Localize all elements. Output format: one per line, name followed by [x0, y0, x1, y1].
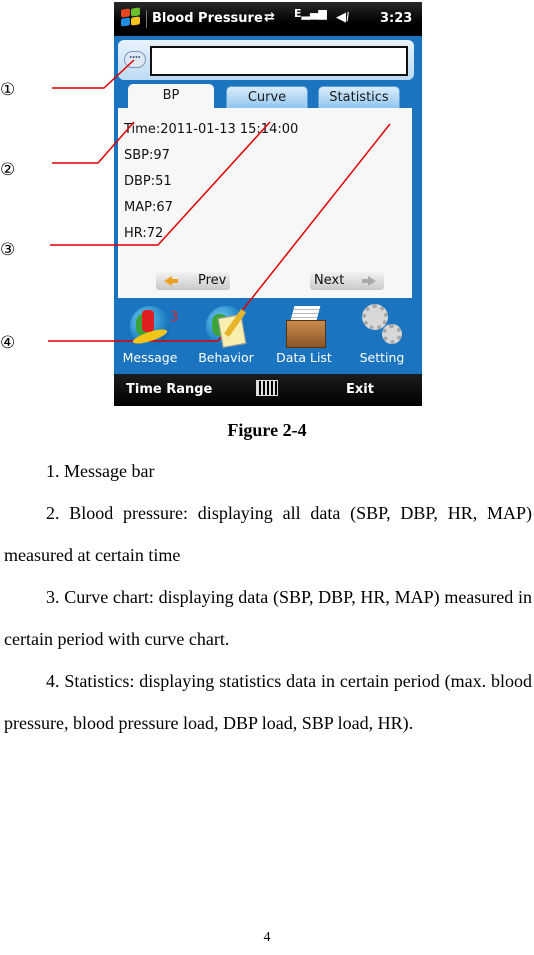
message-bar: ••••: [118, 40, 414, 80]
app-title: Blood Pressure: [152, 11, 263, 26]
message-app[interactable]: 3 Message: [114, 304, 186, 370]
message-count-badge: 3: [170, 310, 179, 325]
app-screen: •••• BP Curve Statistics Time:2011-01-13…: [114, 36, 422, 374]
reading-time: Time:2011-01-13 15:14:00: [124, 122, 299, 137]
softkey-bar: Time Range Exit: [114, 374, 422, 406]
arrow-right-icon: [362, 276, 376, 286]
reading-map: MAP:67: [124, 200, 173, 215]
behavior-label: Behavior: [198, 350, 254, 365]
message-label: Message: [122, 350, 178, 365]
tab-statistics[interactable]: Statistics: [318, 86, 400, 109]
callout-3: ③: [0, 240, 16, 260]
next-button[interactable]: Next: [310, 272, 384, 290]
windows-start-icon[interactable]: [120, 7, 142, 28]
next-label: Next: [314, 273, 345, 288]
figure-caption: Figure 2-4: [227, 420, 307, 440]
status-bar: Blood Pressure ⇄ E▂▄▆ ◀᜵ 3:23: [114, 2, 422, 36]
reading-dbp: DBP:51: [124, 174, 172, 189]
tab-curve[interactable]: Curve: [226, 86, 308, 109]
file-box-icon: [282, 304, 326, 348]
tab-bar: BP Curve Statistics: [118, 84, 418, 111]
arrow-left-icon: [164, 276, 178, 286]
callout-2: ②: [0, 160, 16, 180]
exit-softkey[interactable]: Exit: [346, 382, 374, 397]
setting-app[interactable]: Setting: [346, 304, 418, 370]
status-separator: [146, 10, 147, 28]
prev-button[interactable]: Prev: [156, 272, 230, 290]
prev-label: Prev: [198, 273, 227, 288]
tab-bp[interactable]: BP: [128, 84, 214, 111]
setting-label: Setting: [359, 350, 405, 365]
sync-arrows-icon: ⇄: [264, 10, 275, 25]
item-curve-chart: 3. Curve chart: displaying data (SBP, DB…: [4, 587, 532, 649]
callout-4: ④: [0, 333, 16, 353]
signal-edge-icon: E▂▄▆: [294, 7, 327, 20]
speech-bubble-icon: ••••: [124, 51, 146, 68]
surfer-globe-icon: [128, 304, 172, 348]
callout-1: ①: [0, 80, 16, 100]
phone-screenshot: Blood Pressure ⇄ E▂▄▆ ◀᜵ 3:23 •••• BP Cu…: [114, 2, 422, 406]
data-list-label: Data List: [276, 350, 332, 365]
app-icon-bar: 3 Message Behavior Data List Setting: [114, 298, 422, 374]
reading-sbp: SBP:97: [124, 148, 170, 163]
behavior-app[interactable]: Behavior: [190, 304, 262, 370]
data-list-app[interactable]: Data List: [268, 304, 340, 370]
item-statistics: 4. Statistics: displaying statistics dat…: [4, 671, 532, 733]
time-range-softkey[interactable]: Time Range: [126, 382, 212, 397]
bp-panel: Time:2011-01-13 15:14:00 SBP:97 DBP:51 M…: [118, 108, 412, 298]
item-blood-pressure: 2. Blood pressure: displaying all data (…: [4, 503, 532, 565]
message-input[interactable]: [150, 46, 408, 76]
volume-icon[interactable]: ◀᜵: [336, 10, 349, 25]
gears-icon: [360, 304, 404, 348]
keyboard-icon[interactable]: [256, 380, 278, 396]
item-message-bar: 1. Message bar: [46, 461, 155, 481]
reading-hr: HR:72: [124, 226, 164, 241]
pencil-globe-icon: [204, 304, 248, 348]
clock[interactable]: 3:23: [380, 11, 412, 26]
page-number: 4: [263, 930, 271, 945]
